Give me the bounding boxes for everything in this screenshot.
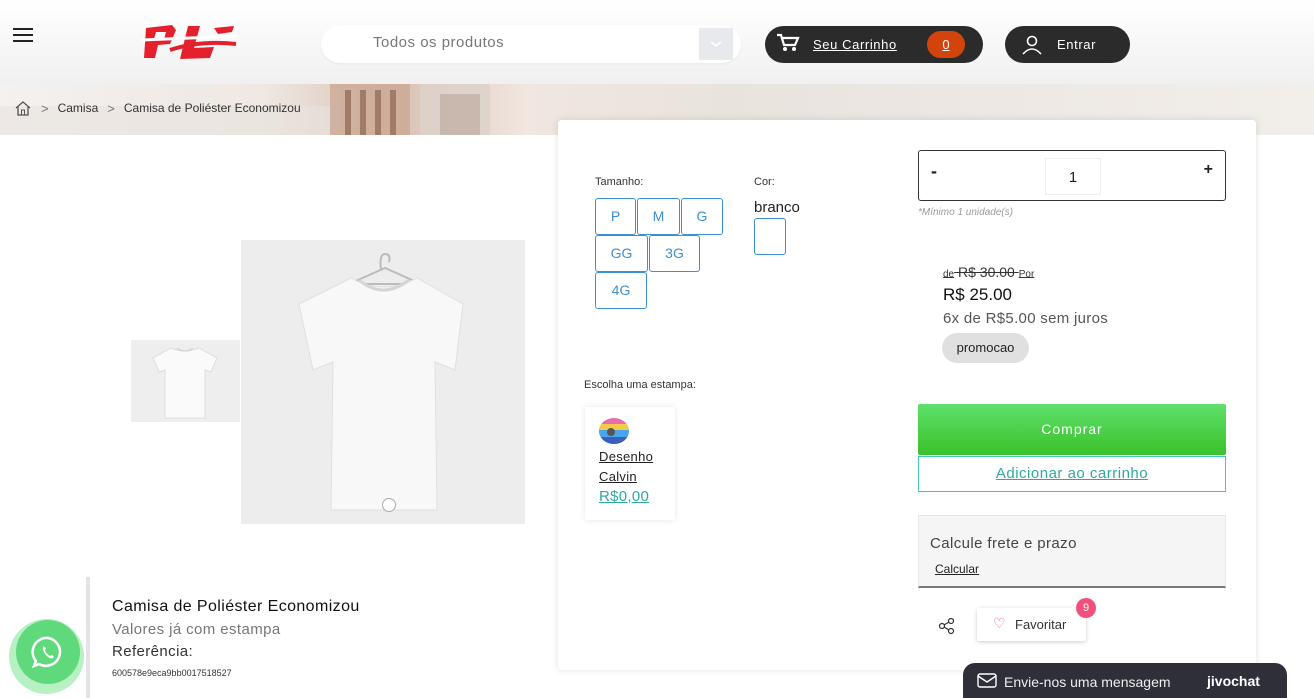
chat-message-label: Envie-nos uma mensagem bbox=[1004, 674, 1171, 690]
current-price: R$ 25.00 bbox=[943, 285, 1012, 304]
chat-widget[interactable]: Envie-nos uma mensagem jivochat bbox=[963, 663, 1287, 698]
product-thumbnail[interactable] bbox=[131, 340, 240, 422]
cart-label: Seu Carrinho bbox=[813, 37, 897, 52]
quantity-input[interactable]: 1 bbox=[1045, 158, 1101, 195]
envelope-icon bbox=[977, 673, 997, 688]
size-option-4g[interactable]: 4G bbox=[595, 272, 647, 309]
chevron-down-icon bbox=[710, 41, 722, 47]
size-option-3g[interactable]: 3G bbox=[649, 235, 700, 272]
breadcrumb: > Camisa > Camisa de Poliéster Economizo… bbox=[14, 100, 301, 116]
header-bar: Todos os produtos Seu Carrinho 0 Entrar bbox=[0, 0, 1314, 84]
stamp-label: Escolha uma estampa: bbox=[584, 379, 696, 391]
color-value: branco bbox=[754, 199, 800, 216]
heart-icon: ♡ bbox=[993, 615, 1006, 631]
size-option-m[interactable]: M bbox=[637, 198, 680, 235]
login-label: Entrar bbox=[1057, 37, 1097, 52]
calculate-shipping-link[interactable]: Calcular bbox=[935, 562, 979, 576]
stamp-name[interactable]: Desenho Calvin bbox=[599, 447, 669, 487]
stamp-image bbox=[599, 418, 629, 444]
reference-value: 600578e9eca9bb0017518527 bbox=[112, 668, 232, 678]
hamburger-menu-icon[interactable] bbox=[8, 24, 38, 50]
shipping-calculator: Calcule frete e prazo Calcular bbox=[918, 515, 1226, 588]
color-label: Cor: bbox=[754, 176, 775, 188]
chevron-right-icon: > bbox=[41, 100, 49, 116]
cart-icon bbox=[777, 33, 800, 51]
color-swatch-white[interactable] bbox=[754, 218, 786, 255]
favorite-label: Favoritar bbox=[1015, 617, 1067, 632]
info-divider bbox=[86, 577, 90, 698]
breadcrumb-item-camisa[interactable]: Camisa bbox=[58, 101, 99, 115]
chevron-right-icon: > bbox=[107, 100, 115, 116]
reference-label: Referência: bbox=[112, 643, 194, 660]
size-option-gg[interactable]: GG bbox=[595, 235, 648, 272]
minimum-quantity-note: *Mínimo 1 unidade(s) bbox=[918, 207, 1014, 218]
whatsapp-button[interactable] bbox=[16, 620, 80, 684]
stamp-price[interactable]: R$0,00 bbox=[599, 488, 649, 505]
quantity-minus-button[interactable]: - bbox=[931, 161, 937, 182]
breadcrumb-item-current: Camisa de Poliéster Economizou bbox=[123, 101, 301, 115]
user-icon bbox=[1022, 35, 1042, 55]
quantity-stepper: - 1 + bbox=[918, 150, 1226, 201]
product-title: Camisa de Poliéster Economizou bbox=[112, 598, 360, 615]
cart-count-badge: 0 bbox=[927, 31, 965, 58]
tshirt-image bbox=[298, 252, 464, 511]
favorite-count-badge: 9 bbox=[1076, 598, 1096, 618]
search-category-dropdown[interactable] bbox=[699, 28, 733, 60]
add-to-cart-button[interactable]: Adicionar ao carrinho bbox=[918, 456, 1226, 492]
installments-text: 6x de R$5.00 sem juros bbox=[943, 310, 1109, 327]
size-option-p[interactable]: P bbox=[595, 198, 636, 235]
cart-button[interactable]: Seu Carrinho 0 bbox=[765, 26, 983, 63]
home-icon[interactable] bbox=[14, 100, 32, 116]
old-price-prefix: de bbox=[943, 269, 955, 280]
share-icon[interactable] bbox=[937, 616, 957, 636]
product-subtitle: Valores já com estampa bbox=[112, 621, 281, 638]
favorite-button[interactable]: ♡ Favoritar bbox=[977, 608, 1086, 641]
search-placeholder: Todos os produtos bbox=[373, 34, 505, 51]
buy-button[interactable]: Comprar bbox=[918, 404, 1226, 455]
quantity-plus-button[interactable]: + bbox=[1204, 161, 1213, 179]
size-option-g[interactable]: G bbox=[681, 198, 723, 235]
size-label: Tamanho: bbox=[595, 176, 644, 188]
search-input[interactable]: Todos os produtos bbox=[321, 25, 741, 63]
shipping-title: Calcule frete e prazo bbox=[930, 535, 1077, 552]
product-main-image[interactable] bbox=[241, 240, 525, 524]
tshirt-thumbnail-image bbox=[152, 347, 218, 419]
old-price-suffix: Por bbox=[1018, 269, 1035, 280]
chat-brand: jivochat bbox=[1207, 673, 1260, 689]
login-button[interactable]: Entrar bbox=[1005, 26, 1130, 63]
promo-badge: promocao bbox=[942, 333, 1029, 363]
old-price: de R$ 30.00 Por bbox=[943, 264, 1034, 280]
stamp-thumbnail[interactable] bbox=[599, 418, 629, 444]
pl-logo[interactable] bbox=[140, 20, 240, 66]
whatsapp-icon bbox=[31, 636, 62, 669]
carousel-dot[interactable] bbox=[382, 498, 396, 512]
old-price-value: R$ 30.00 bbox=[958, 264, 1015, 280]
